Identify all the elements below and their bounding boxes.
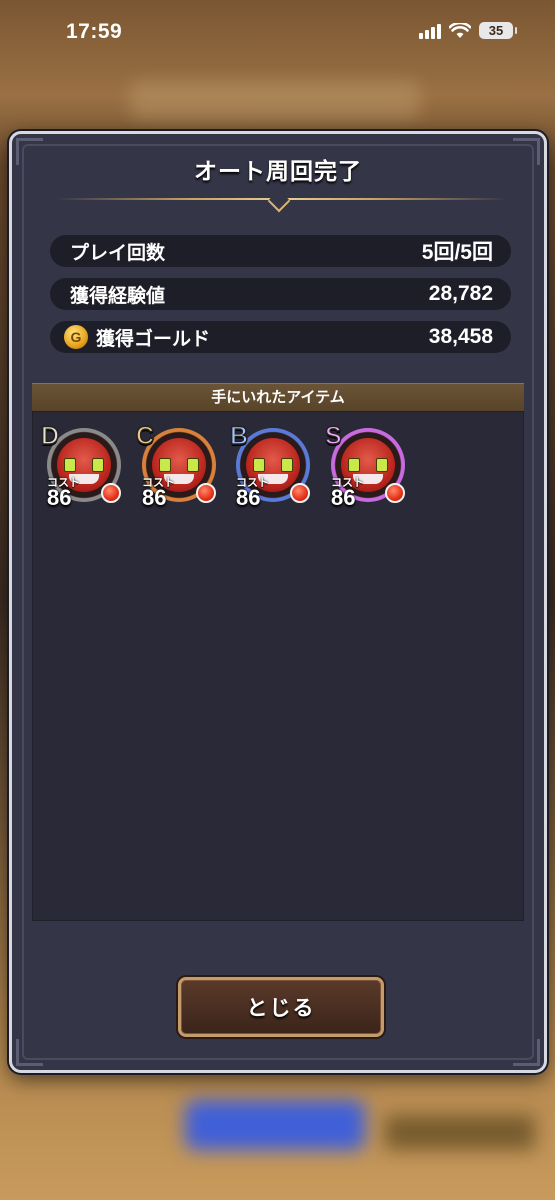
status-bar: 17:59 35 [0, 0, 555, 66]
close-button[interactable]: とじる [178, 977, 384, 1037]
fire-element-icon [196, 483, 216, 503]
dialog-title: オート周回完了 [194, 159, 362, 185]
item-rank: C [135, 421, 155, 451]
background-button-blur [185, 1100, 365, 1150]
stat-row-experience: 獲得経験値 28,782 [50, 278, 511, 310]
item-cost-value: 86 [47, 485, 72, 510]
stat-row-gold: G 獲得ゴールド 38,458 [50, 321, 511, 353]
obtained-items-header: 手にいれたアイテム [32, 383, 524, 412]
fire-element-icon [290, 483, 310, 503]
item-cost-value: 86 [236, 485, 261, 510]
cellular-signal-icon [419, 23, 441, 39]
status-icons: 35 [419, 22, 517, 39]
obtained-item[interactable]: C コスト 86 [135, 421, 222, 510]
stat-label: 獲得経験値 [70, 284, 166, 307]
frame-corner-ornament [16, 1039, 43, 1066]
battery-icon: 35 [479, 22, 517, 39]
item-cost-value: 86 [142, 485, 167, 510]
status-time: 17:59 [66, 20, 123, 43]
stat-value: 38,458 [428, 325, 493, 348]
obtained-item[interactable]: B コスト 86 [229, 421, 316, 510]
item-rank: D [40, 421, 60, 451]
gold-coin-icon: G [64, 325, 88, 349]
wifi-icon [449, 22, 471, 38]
stat-label-group: G 獲得ゴールド [64, 324, 211, 351]
stat-value: 28,782 [428, 282, 493, 305]
frame-corner-ornament [513, 1039, 540, 1066]
item-rank: B [229, 421, 249, 451]
auto-loop-result-dialog: オート周回完了 プレイ回数 5回/5回 獲得経験値 28,782 G 獲得ゴール… [9, 131, 547, 1073]
obtained-item[interactable]: S コスト 86 [324, 421, 411, 510]
fire-element-icon [101, 483, 121, 503]
item-rank: S [324, 421, 342, 451]
fire-element-icon [385, 483, 405, 503]
stat-label: 獲得ゴールド [96, 327, 211, 350]
stat-row-play-count: プレイ回数 5回/5回 [50, 235, 511, 267]
obtained-items-list: D コスト 86 C コスト 86 B コスト 86 S コスト 86 [32, 411, 524, 921]
background-title-blur [130, 80, 420, 120]
item-cost-value: 86 [331, 485, 356, 510]
background-bar-blur [385, 1115, 535, 1150]
stat-label: プレイ回数 [70, 241, 166, 264]
stat-value: 5回/5回 [421, 241, 493, 264]
obtained-item[interactable]: D コスト 86 [40, 421, 127, 510]
